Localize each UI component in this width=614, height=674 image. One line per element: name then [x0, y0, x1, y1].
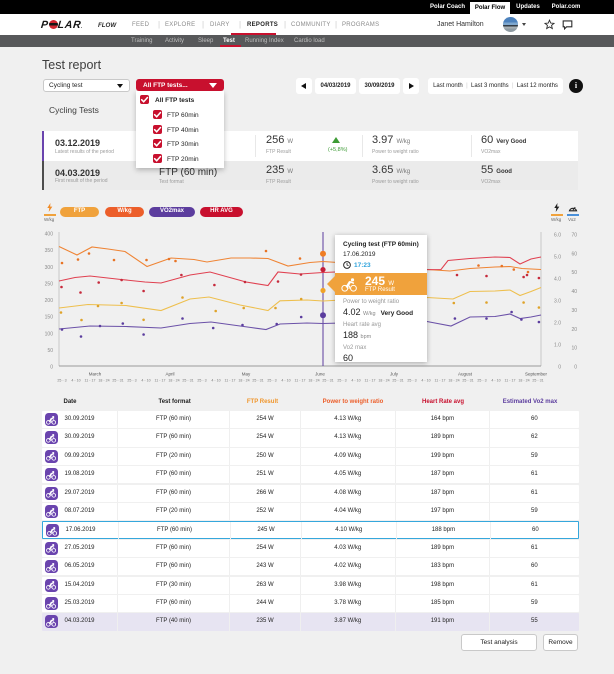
svg-text:25 - 3: 25 - 3: [197, 379, 206, 383]
svg-text:200: 200: [45, 298, 54, 304]
svg-text:50: 50: [571, 270, 577, 276]
svg-text:25 - 3: 25 - 3: [477, 379, 486, 383]
svg-text:6.0: 6.0: [554, 233, 561, 239]
svg-text:25 - 31: 25 - 31: [252, 379, 263, 383]
svg-text:25 - 31: 25 - 31: [322, 379, 333, 383]
svg-text:11 - 17: 11 - 17: [155, 379, 166, 383]
svg-text:100: 100: [45, 331, 54, 337]
svg-text:August: August: [458, 372, 473, 377]
svg-text:11 - 17: 11 - 17: [365, 379, 376, 383]
svg-text:25 - 3: 25 - 3: [407, 379, 416, 383]
svg-text:50: 50: [47, 348, 53, 354]
svg-text:25 - 31: 25 - 31: [392, 379, 403, 383]
svg-text:11 - 17: 11 - 17: [225, 379, 236, 383]
svg-text:3.0: 3.0: [554, 299, 561, 305]
svg-text:0: 0: [574, 365, 577, 371]
svg-text:18 - 24: 18 - 24: [168, 379, 179, 383]
svg-text:25 - 31: 25 - 31: [532, 379, 543, 383]
svg-text:18 - 24: 18 - 24: [238, 379, 249, 383]
svg-text:25 - 3: 25 - 3: [267, 379, 276, 383]
svg-text:400: 400: [45, 232, 54, 238]
svg-text:4.0: 4.0: [554, 277, 561, 283]
svg-text:18 - 24: 18 - 24: [378, 379, 389, 383]
svg-text:0: 0: [50, 365, 53, 371]
svg-text:September: September: [525, 372, 548, 377]
svg-text:4 - 10: 4 - 10: [421, 379, 430, 383]
svg-text:June: June: [315, 372, 325, 377]
svg-text:4 - 10: 4 - 10: [141, 379, 150, 383]
svg-text:30: 30: [571, 308, 577, 314]
svg-text:11 - 17: 11 - 17: [505, 379, 516, 383]
svg-text:20: 20: [571, 327, 577, 333]
svg-text:May: May: [242, 372, 251, 377]
svg-text:150: 150: [45, 315, 54, 321]
svg-text:10: 10: [571, 346, 577, 352]
svg-text:25 - 3: 25 - 3: [57, 379, 66, 383]
svg-text:March: March: [89, 372, 102, 377]
svg-text:70: 70: [571, 233, 577, 239]
svg-text:4 - 10: 4 - 10: [211, 379, 220, 383]
svg-text:0: 0: [558, 365, 561, 371]
svg-text:350: 350: [45, 248, 54, 254]
svg-text:250: 250: [45, 281, 54, 287]
svg-text:25 - 31: 25 - 31: [182, 379, 193, 383]
svg-text:18 - 24: 18 - 24: [308, 379, 319, 383]
svg-text:25 - 3: 25 - 3: [337, 379, 346, 383]
svg-text:300: 300: [45, 265, 54, 271]
svg-text:2.0: 2.0: [554, 321, 561, 327]
svg-text:25 - 3: 25 - 3: [127, 379, 136, 383]
svg-text:25 - 31: 25 - 31: [462, 379, 473, 383]
svg-text:4 - 10: 4 - 10: [71, 379, 80, 383]
svg-text:4 - 10: 4 - 10: [491, 379, 500, 383]
svg-text:1.0: 1.0: [554, 343, 561, 349]
svg-text:4 - 10: 4 - 10: [351, 379, 360, 383]
svg-text:11 - 17: 11 - 17: [85, 379, 96, 383]
svg-text:18 - 24: 18 - 24: [518, 379, 529, 383]
svg-text:5.0: 5.0: [554, 255, 561, 261]
svg-text:4 - 10: 4 - 10: [281, 379, 290, 383]
svg-text:April: April: [165, 372, 174, 377]
svg-text:18 - 24: 18 - 24: [98, 379, 109, 383]
svg-text:July: July: [390, 372, 399, 377]
svg-text:40: 40: [571, 289, 577, 295]
svg-text:25 - 31: 25 - 31: [112, 379, 123, 383]
svg-text:60: 60: [571, 251, 577, 257]
svg-text:18 - 24: 18 - 24: [448, 379, 459, 383]
svg-text:11 - 17: 11 - 17: [435, 379, 446, 383]
svg-text:11 - 17: 11 - 17: [295, 379, 306, 383]
